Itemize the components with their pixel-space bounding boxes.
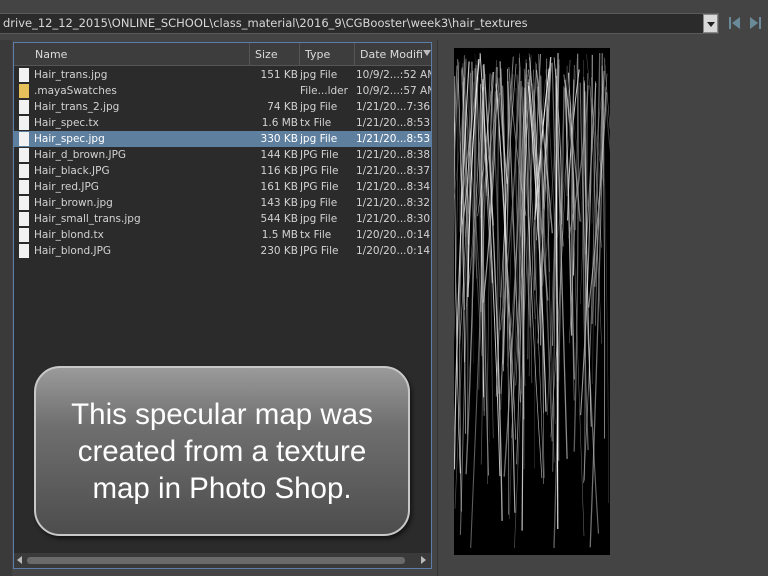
file-date: 1/21/20...8:37 P (356, 165, 431, 177)
file-name: Hair_blond.tx (34, 229, 104, 241)
file-size: 330 KB (260, 133, 298, 145)
file-row[interactable]: Hair_small_trans.jpg 544 KB jpg File 1/21/2… (14, 211, 431, 227)
file-icon (19, 212, 29, 226)
callout-text: This specular map was created from a tex… (71, 397, 373, 505)
file-icon (19, 68, 29, 82)
column-header-date-modified[interactable]: Date Modifi (355, 43, 431, 66)
sort-arrow-icon (423, 50, 431, 56)
file-type: jpg File (300, 133, 338, 145)
callout-box: This specular map was created from a tex… (34, 366, 410, 536)
file-date: 1/20/20...0:14 P (356, 245, 431, 257)
file-icon (19, 244, 29, 258)
file-icon (19, 132, 29, 146)
hair-strand (604, 87, 610, 153)
file-type: JPG File (300, 245, 339, 257)
file-type: JPG File (300, 165, 339, 177)
file-date: 1/21/20...8:38 P (356, 149, 431, 161)
file-date: 1/21/20...8:32 P (356, 197, 431, 209)
file-row[interactable]: Hair_d_brown.JPG 144 KB JPG File 1/21/20...… (14, 147, 431, 163)
file-type: File...lder (300, 85, 348, 97)
file-row[interactable]: Hair_trans.jpg 151 KB jpg File 10/9/2...:52… (14, 67, 431, 83)
file-date: 1/21/20...8:53 P (356, 117, 431, 129)
file-size: 151 KB (260, 69, 298, 81)
file-rows: Hair_trans.jpg 151 KB jpg File 10/9/2...:52… (14, 67, 431, 259)
file-type: jpg File (300, 101, 338, 113)
file-row[interactable]: Hair_blond.JPG 230 KB JPG File 1/20/20...0:… (14, 243, 431, 259)
file-size: 143 KB (260, 197, 298, 209)
file-type: JPG File (300, 149, 339, 161)
file-name: Hair_small_trans.jpg (34, 213, 141, 225)
file-name: Hair_brown.jpg (34, 197, 113, 209)
left-toolbar-strip (0, 40, 12, 576)
column-header-name[interactable]: Name (31, 43, 250, 66)
file-icon (19, 196, 29, 210)
file-name: Hair_trans.jpg (34, 69, 108, 81)
file-name: Hair_black.JPG (34, 165, 110, 177)
file-name: .mayaSwatches (34, 85, 117, 97)
column-headers: Name Size Type Date Modifi (14, 43, 431, 66)
file-date: 1/21/20...7:36 P (356, 101, 431, 113)
column-header-size[interactable]: Size (250, 43, 300, 66)
file-row[interactable]: Hair_brown.jpg 143 KB jpg File 1/21/20...8:… (14, 195, 431, 211)
file-name: Hair_d_brown.JPG (34, 149, 127, 161)
scroll-right-icon[interactable] (421, 556, 426, 564)
scrollbar-thumb[interactable] (27, 557, 405, 564)
file-row[interactable]: Hair_red.JPG 161 KB JPG File 1/21/20...8:34… (14, 179, 431, 195)
file-row[interactable]: Hair_spec.jpg 330 KB jpg File 1/21/20...8:5… (14, 131, 431, 147)
chevron-down-icon[interactable] (703, 14, 718, 33)
file-icon (19, 100, 29, 114)
file-name: Hair_spec.tx (34, 117, 99, 129)
file-type: tx File (300, 117, 332, 129)
file-size: 544 KB (260, 213, 298, 225)
file-size: 161 KB (260, 181, 298, 193)
file-type: jpg File (300, 69, 338, 81)
file-size: 230 KB (260, 245, 298, 257)
file-name: Hair_trans_2.jpg (34, 101, 120, 113)
path-bar: drive_12_12_2015\ONLINE_SCHOOL\class_mat… (0, 0, 768, 40)
file-name: Hair_red.JPG (34, 181, 99, 193)
file-size: 144 KB (260, 149, 298, 161)
file-date: 1/21/20...8:53 P (356, 133, 431, 145)
file-date: 10/9/2...:57 AM (356, 85, 431, 97)
file-type: JPG File (300, 181, 339, 193)
scroll-left-icon[interactable] (17, 556, 22, 564)
file-name: Hair_spec.jpg (34, 133, 105, 145)
file-size: 1.5 MB (261, 229, 298, 241)
horizontal-scrollbar[interactable] (14, 553, 431, 568)
folder-icon (19, 84, 29, 98)
file-icon (19, 180, 29, 194)
file-date: 10/9/2...:52 AM (356, 69, 431, 81)
file-date: 1/21/20...8:34 P (356, 181, 431, 193)
file-icon (19, 116, 29, 130)
file-type: jpg File (300, 197, 338, 209)
file-row[interactable]: Hair_black.JPG 116 KB JPG File 1/21/20...8:… (14, 163, 431, 179)
nav-forward-icon[interactable] (748, 15, 762, 31)
file-size: 1.6 MB (261, 117, 298, 129)
file-size: 74 KB (267, 101, 298, 113)
file-size: 116 KB (260, 165, 298, 177)
preview-panel (438, 40, 768, 576)
path-field[interactable]: drive_12_12_2015\ONLINE_SCHOOL\class_mat… (0, 13, 719, 34)
file-type: tx File (300, 229, 332, 241)
file-row[interactable]: Hair_trans_2.jpg 74 KB jpg File 1/21/20...7… (14, 99, 431, 115)
file-icon (19, 228, 29, 242)
file-row[interactable]: .mayaSwatches File...lder 10/9/2...:57 AM (14, 83, 431, 99)
file-row[interactable]: Hair_spec.tx 1.6 MB tx File 1/21/20...8:53 … (14, 115, 431, 131)
nav-back-icon[interactable] (728, 15, 742, 31)
file-date: 1/21/20...8:30 P (356, 213, 431, 225)
file-icon (19, 164, 29, 178)
file-row[interactable]: Hair_blond.tx 1.5 MB tx File 1/20/20...0:14… (14, 227, 431, 243)
file-date: 1/20/20...0:14 P (356, 229, 431, 241)
file-icon (19, 148, 29, 162)
hair-texture-preview-image (454, 48, 610, 555)
file-type: jpg File (300, 213, 338, 225)
column-header-type[interactable]: Type (300, 43, 355, 66)
file-name: Hair_blond.JPG (34, 245, 112, 257)
